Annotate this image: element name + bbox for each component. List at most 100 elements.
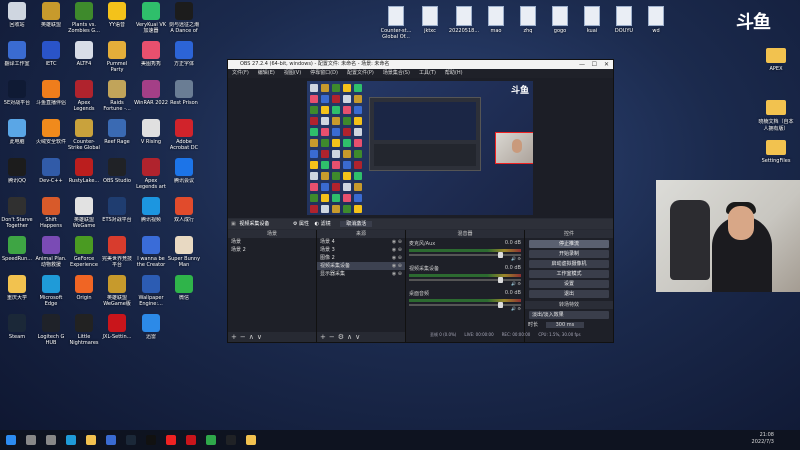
desktop-icon[interactable]: ETS对战平台 <box>100 197 134 235</box>
store-icon[interactable] <box>106 435 116 445</box>
desktop-icon[interactable]: OBS Studio <box>100 158 134 196</box>
start-icon[interactable] <box>6 435 16 445</box>
visibility-lock-icons[interactable]: ◉ ⊕ <box>392 262 405 270</box>
visibility-lock-icons[interactable]: ◉ ⊕ <box>392 254 405 262</box>
desktop-file[interactable]: kuai <box>574 6 610 34</box>
desktop-icon[interactable]: IETC <box>34 41 68 79</box>
task-view-icon[interactable] <box>46 435 56 445</box>
deactivate-button[interactable]: 取消激活 <box>340 221 373 227</box>
close-button[interactable]: ✕ <box>604 60 609 69</box>
desktop-folder[interactable]: 晓楠文档（自本人拥有版） <box>758 100 794 132</box>
source-down-button[interactable]: ∨ <box>355 333 363 341</box>
desktop-icon[interactable]: 此电脑 <box>0 119 34 157</box>
minimize-button[interactable]: — <box>579 60 585 69</box>
control-button[interactable]: 开始录制 <box>529 250 609 258</box>
menu-item[interactable]: 停靠窗口(D) <box>310 69 338 78</box>
folder-icon[interactable] <box>246 435 256 445</box>
scene-down-button[interactable]: ∨ <box>257 333 265 341</box>
desktop-icon[interactable]: Apex Legends <box>67 80 101 118</box>
desktop-icon[interactable]: Super Bunny Man <box>167 236 201 274</box>
control-button[interactable]: 启动虚拟摄像机 <box>529 260 609 268</box>
search-icon[interactable] <box>26 435 36 445</box>
desktop-icon[interactable]: Apex Legends art <box>134 158 168 196</box>
volume-slider[interactable] <box>409 302 521 308</box>
remove-scene-button[interactable]: − <box>240 333 249 341</box>
desktop-icon[interactable]: 英雄联盟WeGame <box>67 197 101 235</box>
desktop-file[interactable]: wd <box>638 6 674 34</box>
desktop-icon[interactable]: 方正字体 <box>167 41 201 79</box>
desktop-icon[interactable]: Dev-C++ <box>34 158 68 196</box>
control-button[interactable]: 停止推流 <box>529 240 609 248</box>
preview-webcam-source[interactable] <box>495 132 533 164</box>
desktop-icon[interactable]: Don't Starve Together <box>0 197 34 235</box>
desktop-file[interactable]: Counter-st... Global Of... <box>378 6 414 40</box>
desktop-icon[interactable]: 英雄联盟 <box>34 2 68 40</box>
desktop-icon[interactable]: 剑与远征之潮 A Dance of F... <box>167 2 201 40</box>
xbox-icon[interactable] <box>206 435 216 445</box>
desktop-icon[interactable]: 英雄联盟WeGame版 <box>100 275 134 313</box>
menu-item[interactable]: 场景集合(S) <box>383 69 410 78</box>
duration-input[interactable]: 300 ms <box>545 322 585 328</box>
desktop-icon[interactable]: Pummel Party <box>100 41 134 79</box>
properties-button[interactable]: 属性 <box>299 221 309 227</box>
desktop-file[interactable]: jktxc <box>412 6 448 34</box>
volume-slider-handle[interactable] <box>498 302 503 308</box>
source-item[interactable]: 图像 2 ◉ ⊕ <box>317 254 405 262</box>
desktop-folder[interactable]: SettingFiles <box>758 140 794 164</box>
desktop-icon[interactable]: Wallpaper Engine:... <box>134 275 168 313</box>
obs-window[interactable]: OBS 27.2.4 (64-bit, windows) - 配置文件: 未命名… <box>227 59 614 343</box>
remove-source-button[interactable]: − <box>329 333 338 341</box>
desktop-icon[interactable]: Microsoft Edge <box>34 275 68 313</box>
source-item[interactable]: 场景 4 ◉ ⊕ <box>317 238 405 246</box>
source-item[interactable]: 显示器采集 ◉ ⊕ <box>317 270 405 278</box>
edge-icon[interactable] <box>66 435 76 445</box>
steam-icon[interactable] <box>126 435 136 445</box>
desktop-file[interactable]: DOUYU <box>606 6 642 34</box>
visibility-lock-icons[interactable]: ◉ ⊕ <box>392 270 405 278</box>
menu-item[interactable]: 文件(F) <box>232 69 249 78</box>
desktop-icon[interactable]: 重庆大学 <box>0 275 34 313</box>
volume-slider-handle[interactable] <box>498 277 503 283</box>
preview-canvas[interactable]: 斗鱼 <box>307 81 533 215</box>
desktop-file[interactable]: mao <box>478 6 514 34</box>
desktop-file[interactable]: 20220518... <box>446 6 482 34</box>
desktop-icon[interactable]: Raids Fortune -... <box>100 80 134 118</box>
desktop-icon[interactable]: 完美世界竞技平台 <box>100 236 134 274</box>
scene-up-button[interactable]: ∧ <box>249 333 257 341</box>
volume-slider[interactable] <box>409 252 521 258</box>
desktop-icon[interactable]: Reef Rage <box>100 119 134 157</box>
gear-icon[interactable]: ⚙ <box>293 221 297 227</box>
menu-item[interactable]: 配置文件(P) <box>347 69 374 78</box>
desktop-icon[interactable]: 美图秀秀 <box>134 41 168 79</box>
speaker-gear-icons[interactable]: 🔊 ⚙ <box>409 306 521 311</box>
speaker-gear-icons[interactable]: 🔊 ⚙ <box>409 281 521 286</box>
volume-slider-handle[interactable] <box>498 252 503 258</box>
menu-item[interactable]: 视图(V) <box>284 69 301 78</box>
source-item[interactable]: 视频采集设备 ◉ ⊕ <box>317 262 405 270</box>
desktop-icon[interactable]: 迅雷 <box>134 314 168 352</box>
explorer-icon[interactable] <box>86 435 96 445</box>
desktop-icon[interactable]: 斗鱼直播伴侣 <box>34 80 68 118</box>
desktop-icon[interactable]: V Rising <box>134 119 168 157</box>
desktop-icon[interactable]: Origin <box>67 275 101 313</box>
desktop-icon[interactable]: RustyLake... <box>67 158 101 196</box>
desktop-icon[interactable]: GeForce Experience <box>67 236 101 274</box>
desktop-folder[interactable]: APEX <box>758 48 794 72</box>
desktop-icon[interactable]: Shift Happens <box>34 197 68 235</box>
add-source-button[interactable]: + <box>320 333 329 341</box>
desktop-icon[interactable]: Rest Prison <box>167 80 201 118</box>
desktop-icon[interactable]: 腾讯会议 <box>167 158 201 196</box>
desktop-icon[interactable]: WinRAR 2022 <box>134 80 168 118</box>
desktop-icon[interactable]: ALTF4 <box>67 41 101 79</box>
volume-slider[interactable] <box>409 277 521 283</box>
control-button[interactable]: 工作室模式 <box>529 270 609 278</box>
obs-titlebar[interactable]: OBS 27.2.4 (64-bit, windows) - 配置文件: 未命名… <box>228 60 613 69</box>
desktop-file[interactable]: gogo <box>542 6 578 34</box>
desktop-icon[interactable]: 微信 <box>167 275 201 313</box>
desktop-icon[interactable]: 腾讯视频 <box>134 197 168 235</box>
desktop-icon[interactable]: Counter-Strike Global Of... <box>67 119 101 157</box>
maximize-button[interactable]: ☐ <box>592 60 597 69</box>
obs-icon[interactable] <box>226 435 236 445</box>
obs-preview-area[interactable]: 斗鱼 <box>228 78 613 218</box>
tiktok-icon[interactable] <box>146 435 156 445</box>
